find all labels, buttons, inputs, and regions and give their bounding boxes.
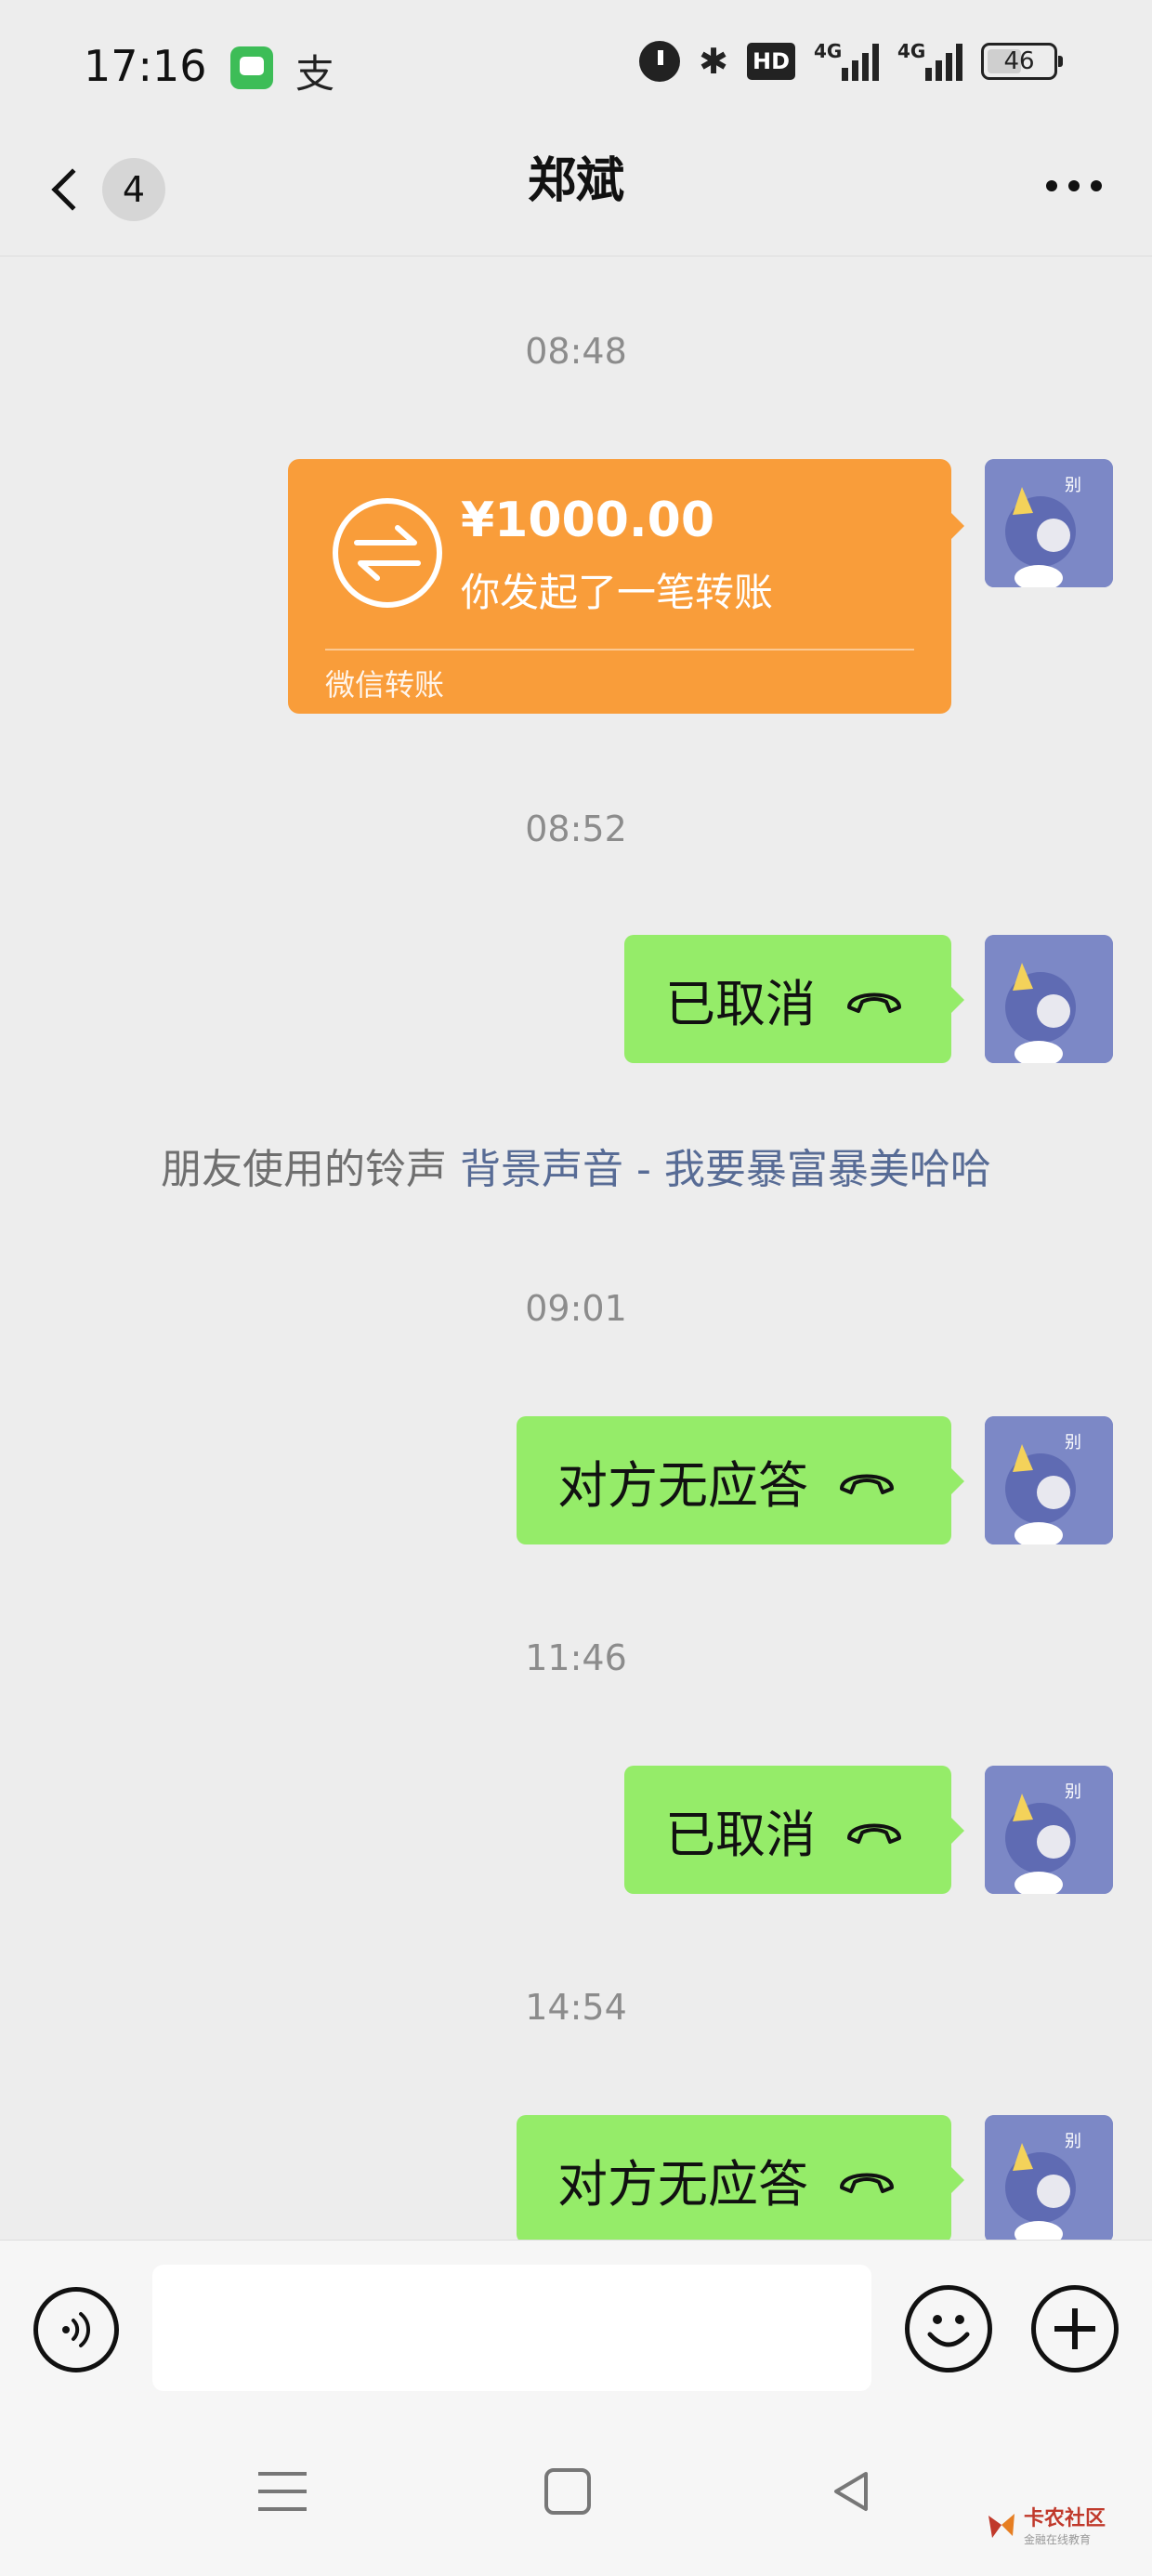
emoji-button[interactable]: [905, 2285, 992, 2372]
hd-voice-icon: HD: [746, 43, 795, 80]
transfer-icon: [333, 498, 442, 608]
call-message[interactable]: 已取消: [624, 935, 964, 1063]
messages-app-icon: [230, 46, 273, 89]
message-timestamp: 14:54: [525, 1987, 627, 2028]
battery-icon: 46: [981, 43, 1063, 80]
status-bar: 17:16 支 ✱ HD 4G 4G 46: [0, 0, 1152, 139]
call-message[interactable]: 对方无应答: [517, 1416, 964, 1544]
phone-hangup-icon: [847, 1823, 901, 1844]
more-functions-button[interactable]: [1031, 2285, 1119, 2372]
watermark-subtext: 金融在线教育: [1024, 2533, 1092, 2546]
ringtone-notice: 朋友使用的铃声 背景声音 - 我要暴富暴美哈哈: [0, 1136, 1152, 1195]
call-status-text: 对方无应答: [557, 1455, 808, 1515]
signal-icon: 4G: [814, 40, 879, 81]
input-toolbar: [0, 2240, 1152, 2412]
emoji-icon: [927, 2315, 970, 2347]
svg-text:别: 别: [1065, 1433, 1081, 1452]
call-status-text: 已取消: [665, 1805, 816, 1864]
transfer-label: 微信转账: [325, 667, 445, 703]
watermark-logo-icon: [985, 2508, 1018, 2542]
system-nav-bar: 卡农社区 金融在线教育: [0, 2412, 1152, 2576]
network-type-label: 4G: [814, 40, 843, 62]
avatar[interactable]: 别: [985, 2115, 1113, 2243]
message-timestamp: 08:52: [525, 808, 627, 849]
alipay-icon: 支: [295, 51, 335, 97]
transfer-description: 你发起了一笔转账: [461, 570, 774, 615]
message-timestamp: 11:46: [525, 1637, 627, 1678]
message-timestamp: 08:48: [525, 331, 627, 372]
more-dot-icon: [1068, 180, 1080, 191]
ringtone-link[interactable]: 背景声音 - 我要暴富暴美哈哈: [460, 1146, 991, 1193]
signal-icon-2: 4G: [897, 40, 962, 81]
alarm-icon: [639, 41, 681, 82]
back-triangle-icon[interactable]: [829, 2468, 875, 2515]
menu-icon[interactable]: [258, 2472, 307, 2515]
ringtone-prefix: 朋友使用的铃声: [161, 1146, 461, 1193]
home-icon[interactable]: [544, 2468, 591, 2515]
avatar[interactable]: [985, 935, 1113, 1063]
battery-level: 46: [1003, 47, 1035, 75]
svg-text:别: 别: [1065, 2132, 1081, 2151]
more-dot-icon: [1091, 180, 1102, 191]
call-message[interactable]: 对方无应答: [517, 2115, 964, 2243]
svg-text:别: 别: [1065, 1782, 1081, 1802]
svg-text:别: 别: [1065, 476, 1081, 495]
network-type-label-2: 4G: [897, 40, 926, 62]
voice-input-button[interactable]: [33, 2287, 119, 2372]
message-list[interactable]: 08:48 ¥1000.00 你发起了一笔转账 微信转账 别 08:52 已取消…: [0, 256, 1152, 2243]
avatar[interactable]: 别: [985, 1766, 1113, 1894]
watermark: 卡农社区 金融在线教育: [985, 2502, 1106, 2547]
voice-icon: [62, 2312, 91, 2347]
bluetooth-icon: ✱: [699, 41, 728, 82]
status-time: 17:16: [84, 41, 207, 91]
watermark-text: 卡农社区: [1024, 2507, 1106, 2530]
message-input[interactable]: [152, 2265, 871, 2391]
divider: [325, 649, 914, 651]
more-dot-icon: [1046, 180, 1057, 191]
phone-hangup-icon: [840, 1474, 894, 1494]
transfer-message[interactable]: ¥1000.00 你发起了一笔转账 微信转账: [288, 459, 964, 714]
transfer-amount: ¥1000.00: [461, 493, 715, 548]
call-message[interactable]: 已取消: [624, 1766, 964, 1894]
call-status-text: 已取消: [665, 974, 816, 1033]
avatar[interactable]: 别: [985, 459, 1113, 587]
status-icons: ✱ HD 4G 4G 46: [639, 40, 1063, 82]
chat-screen: 17:16 支 ✱ HD 4G 4G 46 4 郑斌 08:48 ¥1000.0…: [0, 0, 1152, 2576]
message-timestamp: 09:01: [525, 1288, 627, 1329]
chat-title: 郑斌: [527, 153, 624, 209]
avatar[interactable]: 别: [985, 1416, 1113, 1544]
phone-hangup-icon: [847, 992, 901, 1013]
call-status-text: 对方无应答: [557, 2154, 808, 2214]
chat-header: 4 郑斌: [0, 139, 1152, 256]
more-options-button[interactable]: [1037, 158, 1111, 214]
phone-hangup-icon: [840, 2173, 894, 2193]
